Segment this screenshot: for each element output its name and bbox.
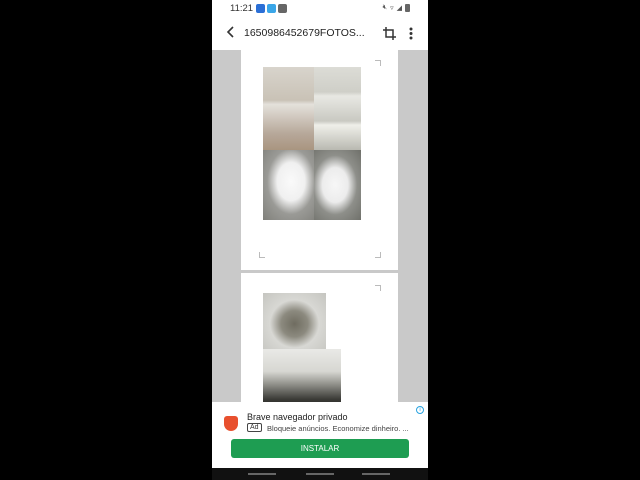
bathroom-wall-photo	[314, 67, 361, 150]
document-title: 1650986452679FOTOS...	[244, 27, 365, 39]
install-button[interactable]: INSTALAR	[231, 439, 409, 458]
page-corner-mark	[375, 60, 381, 66]
back-arrow-icon[interactable]	[220, 25, 242, 41]
more-vert-icon[interactable]	[400, 27, 422, 40]
phone-screen: 11:21 🔇︎ ▿ ◢ 1650986452679FOTOS... Brave…	[212, 0, 428, 480]
sink-photo	[263, 349, 341, 402]
bathroom-shelf-photo	[263, 67, 314, 150]
notification-icon	[256, 3, 266, 13]
crop-icon[interactable]	[378, 26, 400, 40]
toilet-photo-right	[314, 150, 361, 220]
ad-title: Brave navegador privado	[247, 412, 348, 422]
document-viewer[interactable]	[212, 50, 428, 402]
app-notification-icon	[267, 3, 277, 13]
nav-bar	[212, 468, 428, 480]
battery-icon	[405, 4, 410, 12]
recents-nav-icon[interactable]	[248, 473, 276, 475]
ad-banner[interactable]: Brave navegador privado Ad Bloqueie anún…	[212, 402, 428, 468]
page-corner-mark	[375, 285, 381, 291]
document-page-2	[241, 273, 398, 402]
app-toolbar: 1650986452679FOTOS...	[212, 16, 428, 50]
mute-icon: 🔇︎	[382, 4, 388, 11]
status-bar: 11:21 🔇︎ ▿ ◢	[212, 0, 428, 16]
back-nav-icon[interactable]	[362, 473, 390, 475]
ad-info-icon[interactable]: i	[416, 406, 424, 414]
brave-logo-icon	[224, 416, 238, 431]
signal-icon: ◢	[396, 5, 402, 12]
status-icons: 🔇︎ ▿ ◢	[383, 4, 410, 12]
ad-badge: Ad	[247, 423, 262, 432]
ad-text: Bloqueie anúncios. Economize dinheiro. .…	[267, 424, 409, 433]
status-time: 11:21	[230, 2, 254, 14]
page-corner-mark	[259, 252, 265, 258]
page-corner-mark	[375, 252, 381, 258]
gallery-icon	[278, 3, 288, 13]
washing-machine-photo	[263, 293, 326, 349]
wifi-icon: ▿	[390, 5, 394, 12]
home-nav-icon[interactable]	[306, 473, 334, 475]
document-page-1	[241, 50, 398, 270]
toilet-photo-left	[263, 150, 314, 220]
